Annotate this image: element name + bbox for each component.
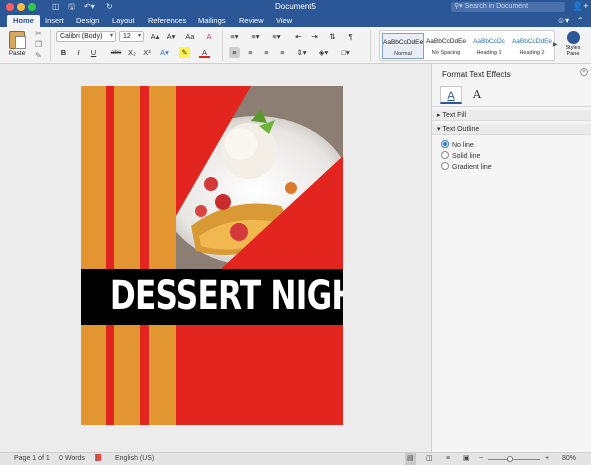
tab-references[interactable]: References — [142, 15, 192, 27]
zoom-slider[interactable] — [488, 456, 540, 462]
poster-graphic — [81, 86, 343, 425]
subscript-button[interactable]: X₂ — [126, 47, 138, 58]
chevron-right-icon: ▸ — [437, 112, 441, 119]
justify-icon[interactable]: ≡ — [277, 47, 288, 58]
grow-font-button[interactable]: A▴ — [148, 31, 162, 42]
tab-view[interactable]: View — [270, 15, 298, 27]
bullets-icon[interactable]: ≡▾ — [229, 31, 240, 42]
style-no-spacing[interactable]: AaBbCcDdEe No Spacing — [425, 33, 467, 59]
chevron-down-icon: ▾ — [437, 126, 441, 133]
sort-icon[interactable]: ⇅ — [327, 31, 338, 42]
font-size-select[interactable]: 12 ▾ — [119, 31, 144, 42]
align-left-icon[interactable]: ≡ — [229, 47, 240, 58]
format-text-effects-panel: Format Text Effects × A A ▸ Text Fill ▾ … — [431, 64, 591, 452]
style-heading-1[interactable]: AaBbCcDc Heading 1 — [468, 33, 510, 59]
page-count[interactable]: Page 1 of 1 — [14, 453, 50, 465]
radio-button[interactable] — [441, 151, 449, 159]
document-page[interactable]: DESSERT NIGHT — [81, 86, 343, 425]
divider — [370, 30, 371, 61]
ribbon-home: Paste ✂ ❐ ✎ Calibri (Body) ▾ 12 ▾ A▴ A▾ Aa… — [0, 27, 591, 64]
underline-button[interactable]: U — [88, 47, 99, 58]
show-paragraph-marks-icon[interactable]: ¶ — [345, 31, 356, 42]
focus-view-icon[interactable]: ▣ — [463, 453, 470, 465]
tab-insert[interactable]: Insert — [39, 15, 70, 27]
shading-icon[interactable]: ◈▾ — [318, 47, 329, 58]
share-icon[interactable]: 👤+ — [572, 1, 588, 12]
print-layout-icon[interactable]: ▤ — [405, 453, 416, 465]
style-heading-2[interactable]: AaBbCcDdEe Heading 2 — [511, 33, 553, 59]
multilevel-list-icon[interactable]: ≡▾ — [271, 31, 282, 42]
word-count[interactable]: 0 Words — [59, 453, 85, 465]
tab-mailings[interactable]: Mailings — [192, 15, 232, 27]
change-case-button[interactable]: Aa — [182, 31, 198, 42]
font-name-select[interactable]: Calibri (Body) ▾ — [56, 31, 116, 42]
panel-title: Format Text Effects — [442, 70, 511, 79]
ribbon-tabs: Home Insert Design Layout References Mai… — [0, 14, 591, 27]
collapse-ribbon-icon[interactable]: ⌃ — [577, 15, 584, 27]
option-gradient-line[interactable]: Gradient line — [441, 162, 492, 172]
tab-layout[interactable]: Layout — [106, 15, 141, 27]
chevron-down-icon: ▾ — [109, 33, 113, 39]
smiley-feedback-icon[interactable]: ☺▾ — [557, 15, 569, 27]
styles-gallery: AaBbCcDdEe Normal AaBbCcDdEe No Spacing … — [379, 30, 555, 61]
language-indicator[interactable]: English (US) — [115, 453, 154, 465]
bold-button[interactable]: B — [58, 47, 69, 58]
option-no-line[interactable]: No line — [441, 140, 474, 150]
align-center-icon[interactable]: ≡ — [245, 47, 256, 58]
search-icon: ⚲▾ — [454, 3, 463, 10]
divider — [432, 106, 591, 107]
paste-button[interactable]: Paste — [4, 29, 30, 62]
proofing-icon[interactable]: 📕 — [94, 453, 103, 465]
document-canvas[interactable]: DESSERT NIGHT — [0, 64, 431, 452]
styles-pane-button[interactable]: Styles Pane — [562, 30, 584, 61]
zoom-slider-thumb[interactable] — [506, 456, 513, 462]
styles-pane-icon — [566, 31, 580, 44]
search-placeholder: Search in Document — [464, 3, 529, 10]
zoom-level[interactable]: 80% — [562, 453, 576, 465]
decrease-indent-icon[interactable]: ⇤ — [293, 31, 304, 42]
divider — [50, 30, 51, 61]
zoom-out-icon[interactable]: − — [479, 453, 483, 465]
clipboard-icon — [9, 31, 26, 49]
title-bar: ◫ 🖫 ↶▾ ↻ Document5 ⚲▾ Search in Document… — [0, 0, 591, 14]
increase-indent-icon[interactable]: ⇥ — [309, 31, 320, 42]
section-text-outline[interactable]: ▾ Text Outline — [432, 124, 591, 135]
clear-formatting-button[interactable]: A — [203, 31, 215, 42]
format-painter-icon[interactable]: ✎ — [35, 51, 42, 60]
search-input[interactable]: ⚲▾ Search in Document — [451, 2, 565, 12]
borders-icon[interactable]: □▾ — [340, 47, 351, 58]
radio-button[interactable] — [441, 162, 449, 170]
tab-design[interactable]: Design — [70, 15, 105, 27]
shrink-font-button[interactable]: A▾ — [164, 31, 178, 42]
radio-button[interactable] — [441, 140, 449, 148]
divider — [222, 30, 223, 61]
highlight-icon[interactable]: ✎ — [179, 47, 190, 58]
gallery-more-icon[interactable]: ▶ — [553, 41, 558, 48]
font-color-icon[interactable]: A — [199, 47, 210, 58]
outline-view-icon[interactable]: ≡ — [446, 453, 450, 465]
strikethrough-button[interactable]: abc — [108, 47, 124, 58]
section-text-fill[interactable]: ▸ Text Fill — [432, 110, 591, 121]
superscript-button[interactable]: X² — [141, 47, 153, 58]
line-spacing-icon[interactable]: ⇕▾ — [296, 47, 307, 58]
style-normal[interactable]: AaBbCcDdEe Normal — [382, 33, 424, 59]
option-solid-line[interactable]: Solid line — [441, 151, 480, 161]
align-right-icon[interactable]: ≡ — [261, 47, 272, 58]
poster-headline[interactable]: DESSERT NIGHT — [110, 272, 343, 320]
close-icon[interactable]: × — [580, 68, 588, 76]
copy-icon[interactable]: ❐ — [35, 40, 42, 49]
tab-text-effects[interactable]: A — [466, 86, 488, 104]
italic-button[interactable]: I — [73, 47, 84, 58]
chevron-down-icon: ▾ — [137, 33, 141, 39]
status-bar: Page 1 of 1 0 Words 📕 English (US) ▤ ◫ ≡… — [0, 452, 591, 465]
tab-home[interactable]: Home — [7, 15, 40, 27]
text-effects-icon[interactable]: A▾ — [159, 47, 170, 58]
zoom-in-icon[interactable]: + — [545, 453, 549, 465]
cut-icon[interactable]: ✂ — [35, 29, 42, 38]
numbering-icon[interactable]: ≡▾ — [250, 31, 261, 42]
tab-text-fill-outline[interactable]: A — [440, 86, 462, 104]
web-layout-icon[interactable]: ◫ — [426, 453, 433, 465]
tab-review[interactable]: Review — [233, 15, 270, 27]
